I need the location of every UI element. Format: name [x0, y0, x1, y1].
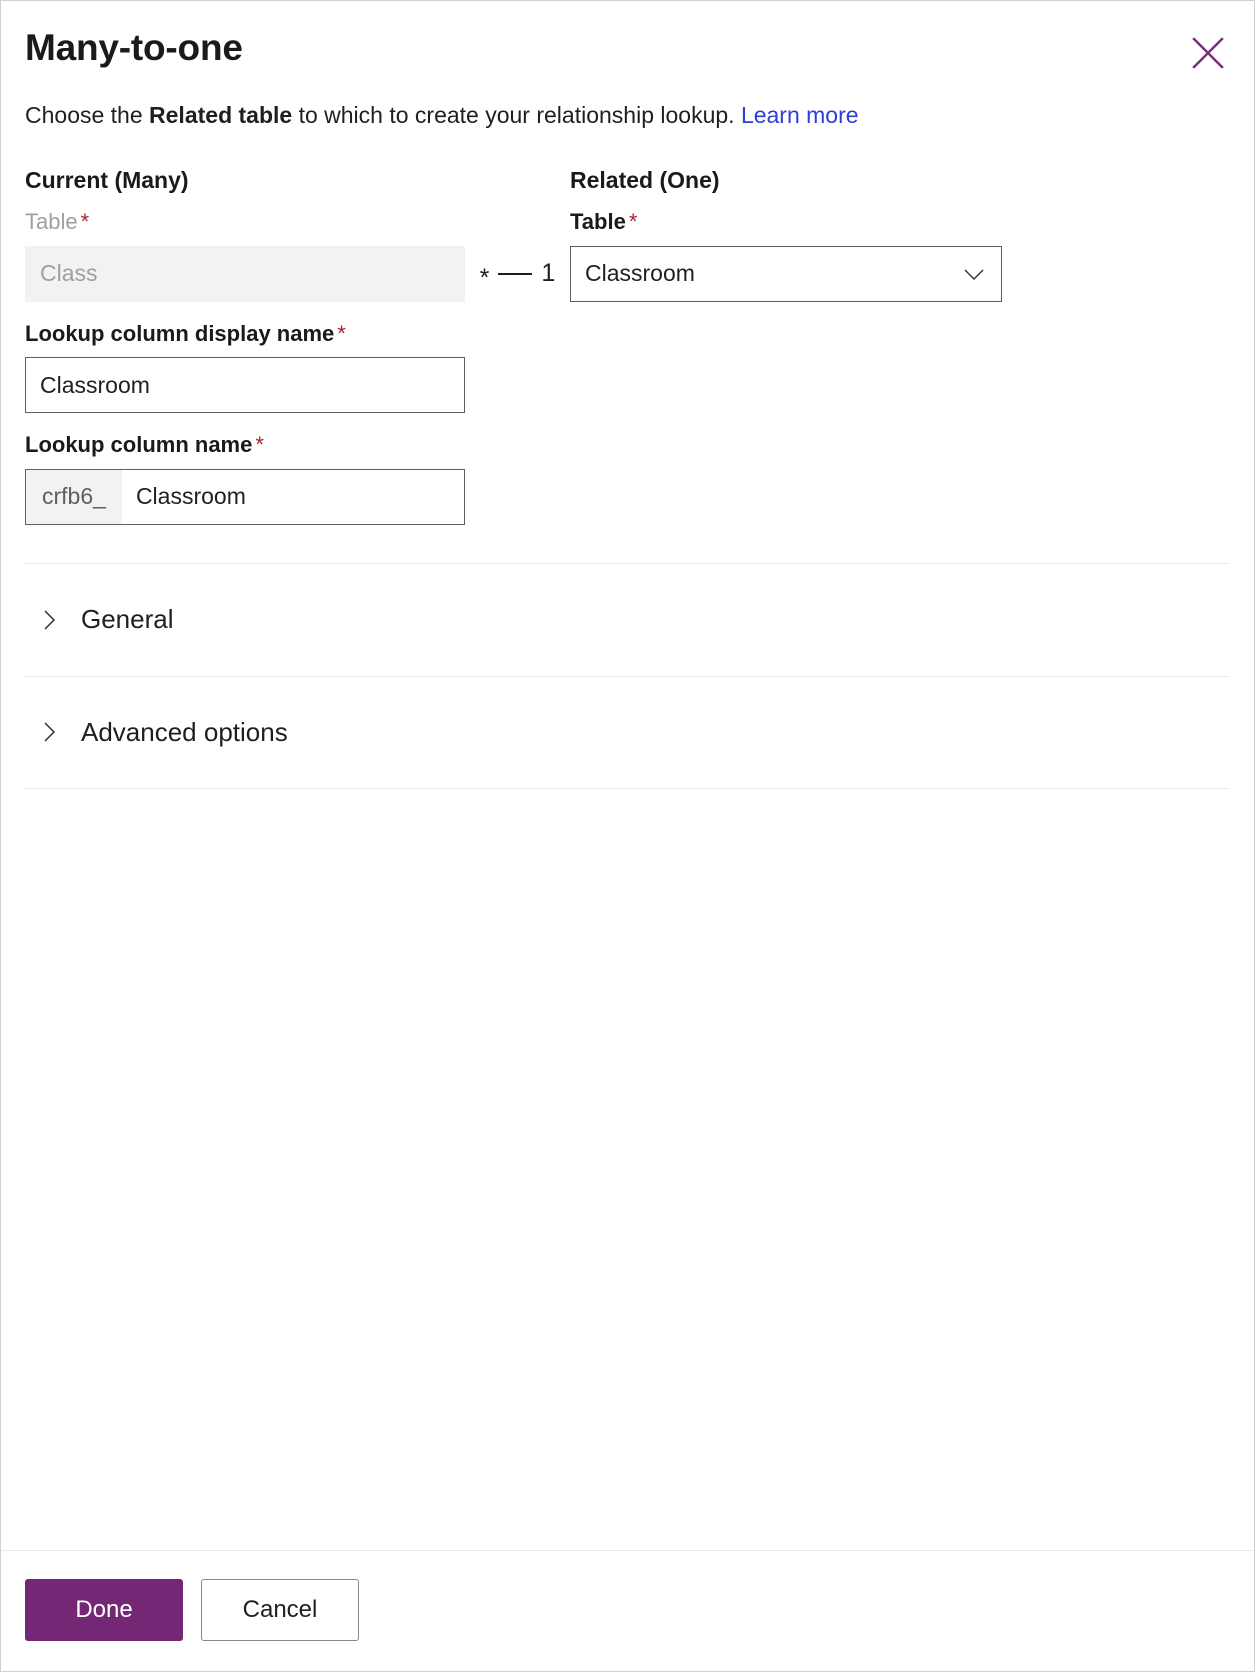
- collapsible-sections: General Advanced options: [25, 562, 1230, 789]
- chevron-right-icon: [35, 719, 65, 745]
- lookup-display-name-label: Lookup column display name *: [25, 320, 465, 348]
- related-table-dropdown[interactable]: Classroom: [570, 245, 1002, 302]
- related-table-label-text: Table: [570, 209, 626, 235]
- lookup-display-name-input[interactable]: Classroom: [25, 357, 465, 414]
- dialog-header: Many-to-one Choose the Related table to …: [1, 1, 1254, 131]
- dialog-footer: Done Cancel: [1, 1550, 1254, 1671]
- current-group-title: Current (Many): [25, 166, 189, 193]
- section-advanced-options-label: Advanced options: [81, 716, 288, 747]
- page-title: Many-to-one: [25, 27, 243, 68]
- chevron-down-icon: [961, 261, 987, 287]
- cardinality-indicator: * 1: [465, 167, 570, 302]
- relationship-columns: Current (Many) Table * Class Lookup colum…: [25, 167, 1230, 525]
- current-table-label-text: Table: [25, 209, 78, 235]
- current-table-label: Table *: [25, 208, 465, 236]
- cancel-button[interactable]: Cancel: [201, 1579, 359, 1641]
- lookup-column-name-prefix: crfb6_: [26, 469, 122, 524]
- related-table-value: Classroom: [585, 260, 695, 287]
- lookup-column-name-label: Lookup column name *: [25, 431, 465, 459]
- description-after: to which to create your relationship loo…: [292, 101, 741, 128]
- lookup-column-name-value[interactable]: Classroom: [122, 470, 464, 524]
- learn-more-link[interactable]: Learn more: [741, 102, 859, 128]
- section-advanced-options[interactable]: Advanced options: [25, 675, 1230, 789]
- required-asterisk: *: [255, 432, 264, 458]
- section-general[interactable]: General: [25, 562, 1230, 676]
- lookup-display-name-value: Classroom: [40, 371, 150, 398]
- one-symbol: 1: [541, 259, 556, 288]
- related-one-section: Related (One) Table * Classroom: [570, 167, 1005, 302]
- lookup-display-name-label-text: Lookup column display name: [25, 320, 335, 346]
- close-button[interactable]: [1184, 29, 1232, 77]
- current-table-input: Class: [25, 245, 465, 302]
- related-group-title: Related (One): [570, 166, 720, 193]
- description-before: Choose the: [25, 101, 150, 128]
- related-table-label: Table *: [570, 208, 1005, 236]
- dialog-body: Current (Many) Table * Class Lookup colum…: [1, 131, 1254, 1170]
- done-button[interactable]: Done: [25, 1579, 183, 1641]
- chevron-right-icon: [35, 607, 65, 633]
- lookup-column-name-input[interactable]: crfb6_ Classroom: [25, 468, 465, 525]
- close-icon: [1191, 36, 1225, 70]
- required-asterisk: *: [80, 209, 90, 235]
- dialog-description: Choose the Related table to which to cre…: [25, 100, 1230, 131]
- lookup-column-name-label-text: Lookup column name: [25, 432, 253, 458]
- many-symbol: *: [479, 264, 490, 293]
- description-strong: Related table: [149, 101, 293, 128]
- required-asterisk: *: [337, 320, 346, 346]
- cardinality-symbols: * 1: [465, 246, 570, 302]
- many-to-one-dialog: Many-to-one Choose the Related table to …: [0, 0, 1255, 1672]
- relationship-line: [498, 272, 533, 275]
- required-asterisk: *: [628, 209, 638, 235]
- current-many-section: Current (Many) Table * Class Lookup colum…: [25, 167, 465, 525]
- current-table-value: Class: [40, 260, 98, 287]
- section-general-label: General: [81, 604, 174, 635]
